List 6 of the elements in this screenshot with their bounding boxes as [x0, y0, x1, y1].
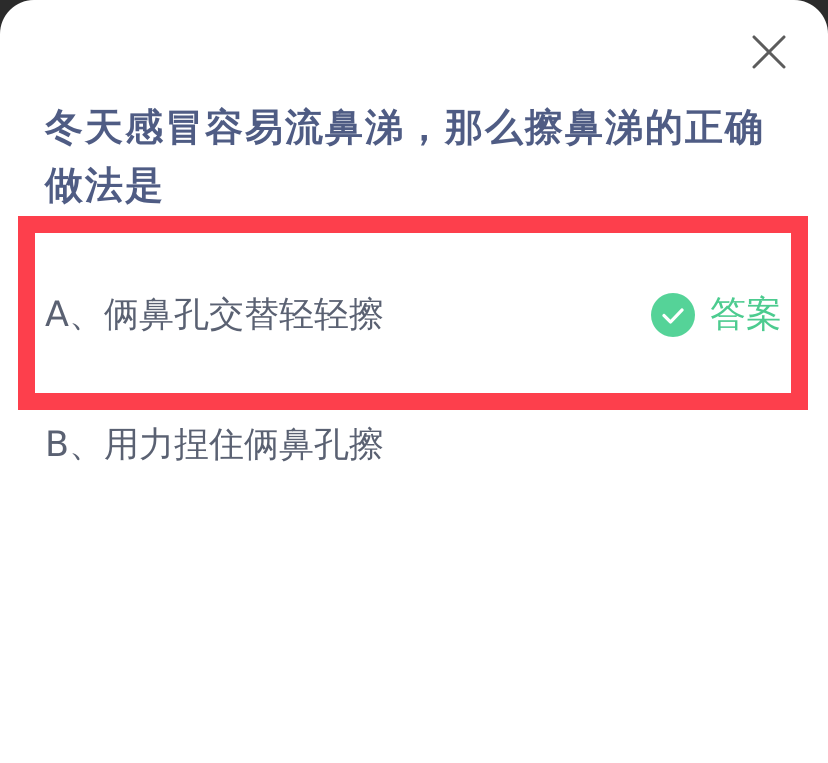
close-icon	[752, 35, 786, 69]
close-button[interactable]	[752, 35, 786, 69]
question-text: 冬天感冒容易流鼻涕，那么擦鼻涕的正确做法是	[45, 104, 766, 209]
answer-option[interactable]: B、用力捏住俩鼻孔擦	[45, 423, 384, 467]
answer-label: 答案	[710, 293, 782, 337]
answer-option[interactable]: A、俩鼻孔交替轻轻擦	[45, 293, 384, 337]
